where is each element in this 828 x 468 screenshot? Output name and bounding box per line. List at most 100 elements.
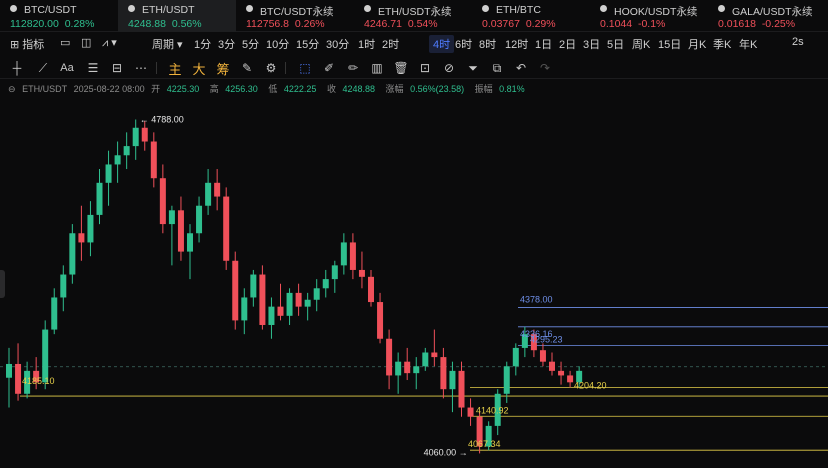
candle-body (250, 274, 257, 298)
interval-option[interactable]: 年K (739, 36, 757, 52)
interval-option[interactable]: 6时 (455, 36, 472, 52)
side-panel-handle[interactable] (0, 270, 5, 298)
candle-body (6, 363, 12, 378)
candle-body (558, 370, 565, 376)
trend-line-icon[interactable]: ⟋ (34, 59, 52, 77)
level-label: 4067.34 (468, 439, 501, 449)
magnet-icon[interactable]: ⊘ (440, 59, 458, 77)
ticker-symbol: ETH/USDT (142, 4, 195, 16)
interval-option[interactable]: 周K (632, 36, 650, 52)
candle-body (223, 196, 230, 261)
lock-icon[interactable]: ⊡ (416, 59, 434, 77)
candle-body (87, 214, 94, 243)
level-label: 4378.00 (520, 295, 553, 305)
pencil-icon[interactable]: ✏ (344, 59, 362, 77)
candle-body (395, 361, 402, 376)
ticker-symbol: ETH/USDT永续 (378, 6, 452, 18)
candle-body (69, 233, 76, 275)
edit-icon[interactable]: ✎ (238, 59, 256, 77)
interval-option[interactable]: 4时 (429, 35, 455, 53)
ruler-icon[interactable]: ⊟ (108, 59, 126, 77)
ticker-tab[interactable]: GALA/USDT永续 0.01618 -0.25% (708, 0, 826, 32)
candle-body (159, 178, 166, 225)
chip-button[interactable]: 筹 (214, 59, 232, 77)
candle-body (567, 375, 574, 383)
interval-option[interactable]: 8时 (479, 36, 496, 52)
interval-option[interactable]: 2日 (559, 36, 576, 52)
select-icon[interactable]: ⬚ (296, 59, 314, 77)
interval-option[interactable]: 15分 (296, 36, 319, 52)
settings-icon[interactable]: ⚙ (262, 59, 280, 77)
ticker-tab[interactable]: ETH/USDT 4248.88 0.56% (118, 0, 236, 32)
ticker-dot-icon (482, 5, 489, 12)
interval-option[interactable]: 1时 (358, 36, 375, 52)
interval-option[interactable]: 1日 (535, 36, 552, 52)
candle-body (349, 242, 356, 270)
ticker-tab[interactable]: BTC/USDT 112820.00 0.28% (0, 0, 118, 32)
ticker-price: 0.03767 0.29% (482, 18, 556, 30)
candle-body (377, 302, 384, 339)
ticker-tab[interactable]: BTC/USDT永续 112756.8 0.26% (236, 0, 354, 32)
interval-option[interactable]: 1分 (194, 36, 211, 52)
redo-icon[interactable]: ↷ (536, 59, 554, 77)
level-label: 4204.20 (574, 380, 607, 390)
ticker-tabs: BTC/USDT 112820.00 0.28% ETH/USDT 4248.88 0… (0, 0, 828, 32)
interval-option[interactable]: 2时 (382, 36, 399, 52)
ohlc-open: 开 4225.30 (151, 84, 200, 94)
refresh-interval[interactable]: 2s (792, 36, 804, 48)
ohlc-symbol: ETH/USDT (22, 84, 68, 94)
ticker-tab[interactable]: ETH/BTC 0.03767 0.29% (472, 0, 590, 32)
interval-option[interactable]: 3分 (218, 36, 235, 52)
ticker-price: 4246.71 0.54% (364, 18, 438, 30)
filter-icon[interactable]: ⏷ (464, 59, 482, 77)
candle-body (386, 338, 393, 376)
layers-icon[interactable]: ⧉ (488, 59, 506, 77)
candle-body (286, 292, 293, 316)
ticker-symbol: BTC/USDT永续 (260, 6, 334, 18)
ticker-price: 0.1044 -0.1% (600, 18, 666, 30)
chart-bars-icon[interactable]: ▥ (368, 59, 386, 77)
candle-body (467, 407, 474, 417)
candle-body (42, 329, 49, 383)
candle-body (60, 274, 67, 298)
candle-body (368, 276, 374, 303)
interval-option[interactable]: 30分 (326, 36, 349, 52)
candle-body (549, 361, 555, 371)
interval-option[interactable]: 15日 (658, 36, 681, 52)
ticker-tab[interactable]: ETH/USDT永续 4246.71 0.54% (354, 0, 472, 32)
timeframe-bar: ⊞ 指标 ▭ ◫ ⩘ ▾ 周期 ▾ 1分 3分 5分 10分 15分 30分 1时 2时 4时 6… (0, 33, 828, 53)
low-marker: 4060.00 → (424, 447, 468, 457)
ticker-dot-icon (246, 5, 253, 12)
big-order-button[interactable]: 大 (190, 59, 208, 77)
candle-body (431, 352, 438, 358)
candle-body (413, 366, 420, 374)
interval-option[interactable]: 月K (688, 36, 706, 52)
interval-option[interactable]: 10分 (266, 36, 289, 52)
candle-body (141, 127, 148, 142)
ticker-price: 0.01618 -0.25% (718, 18, 796, 30)
high-marker: ← 4788.00 (140, 115, 184, 125)
interval-option[interactable]: 季K (713, 36, 731, 52)
interval-option[interactable]: 3日 (583, 36, 600, 52)
cursor-cross-icon[interactable]: ┼ (8, 59, 26, 77)
ticker-tab[interactable]: HOOK/USDT永续 0.1044 -0.1% (590, 0, 708, 32)
collapse-icon[interactable]: ⊖ (8, 84, 16, 94)
ticker-price: 4248.88 0.56% (128, 18, 202, 30)
interval-list: 1分 3分 5分 10分 15分 30分 1时 2时 4时 6时 8时 12时 1日 2日 3日 5日 周K 15… (0, 33, 828, 53)
more-icon[interactable]: ⋯ (132, 59, 150, 77)
fibonacci-icon[interactable]: ☰ (84, 59, 102, 77)
text-tool-icon[interactable]: Aa (58, 59, 76, 77)
main-force-button[interactable]: 主 (166, 59, 184, 77)
candle-body (422, 352, 429, 367)
brush-icon[interactable]: ✐ (320, 59, 338, 77)
candle-body (78, 233, 85, 243)
candle-body (313, 288, 320, 300)
interval-option[interactable]: 12时 (505, 36, 528, 52)
candlestick-chart[interactable]: 4378.004336.164295.234204.204185.104140.… (0, 96, 828, 468)
interval-option[interactable]: 5分 (242, 36, 259, 52)
ohlc-info: ⊖ ETH/USDT 2025-08-22 08:00 开 4225.30 高 … (8, 82, 533, 96)
trash-icon[interactable]: 🗑 (392, 59, 410, 77)
undo-icon[interactable]: ↶ (512, 59, 530, 77)
interval-option[interactable]: 5日 (607, 36, 624, 52)
ticker-symbol: HOOK/USDT永续 (614, 6, 698, 18)
